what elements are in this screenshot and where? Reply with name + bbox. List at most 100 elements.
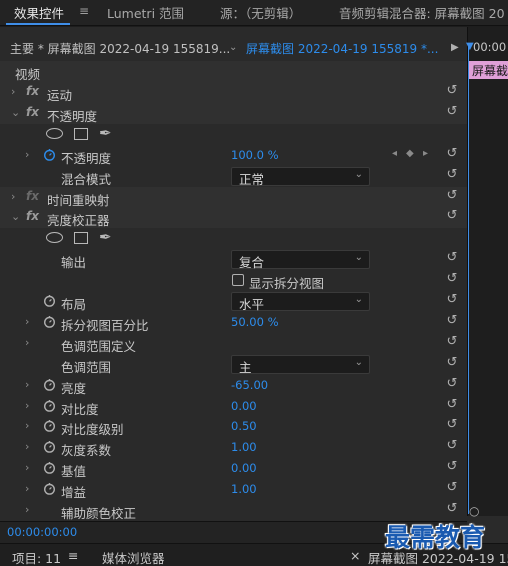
reset-icon[interactable]: ↺ xyxy=(444,104,460,121)
reset-icon[interactable]: ↺ xyxy=(444,355,460,372)
effect-row[interactable]: › 增益 1.00 ↺ xyxy=(0,479,467,501)
stopwatch-icon[interactable] xyxy=(43,461,56,474)
reset-icon[interactable]: ↺ xyxy=(444,459,460,476)
reset-icon[interactable]: ↺ xyxy=(444,313,460,330)
stopwatch-icon[interactable] xyxy=(43,294,56,307)
effect-row[interactable]: › 对比度级别 0.50 ↺ xyxy=(0,416,467,438)
effect-row[interactable]: 混合模式 正常 ⌄ ↺ xyxy=(0,165,467,187)
param-value[interactable]: 1.00 xyxy=(231,482,257,496)
chevron-right-icon[interactable]: › xyxy=(25,503,29,516)
stopwatch-icon[interactable] xyxy=(43,315,56,328)
fx-icon[interactable]: fx xyxy=(26,209,39,223)
rectangle-mask-icon[interactable] xyxy=(74,127,88,140)
param-value[interactable]: 1.00 xyxy=(231,440,257,454)
reset-icon[interactable]: ↺ xyxy=(444,271,460,288)
dropdown-select[interactable]: 主 ⌄ xyxy=(231,354,370,375)
tab-project[interactable]: 项目: 11 xyxy=(12,548,61,566)
param-value[interactable]: 100.0 % xyxy=(231,148,279,162)
fx-icon[interactable]: fx xyxy=(26,105,39,119)
effect-row[interactable]: 显示拆分视图 ↺ xyxy=(0,270,467,292)
chevron-down-icon[interactable]: ⌄ xyxy=(11,106,20,119)
effect-row[interactable]: › 拆分视图百分比 50.00 % ↺ xyxy=(0,311,467,333)
stopwatch-icon[interactable] xyxy=(43,378,56,391)
effect-row[interactable]: › 对比度 0.00 ↺ xyxy=(0,395,467,417)
stopwatch-icon[interactable] xyxy=(43,482,56,495)
rectangle-mask-icon[interactable] xyxy=(74,232,88,245)
stopwatch-icon[interactable] xyxy=(43,399,56,412)
reset-icon[interactable]: ↺ xyxy=(444,438,460,455)
close-icon[interactable]: × xyxy=(350,548,360,563)
stopwatch-icon[interactable] xyxy=(43,419,56,433)
clip-bar[interactable]: 屏幕截图 xyxy=(469,61,508,79)
ellipse-mask-icon[interactable] xyxy=(46,127,63,139)
stopwatch-icon[interactable] xyxy=(43,148,56,161)
chevron-right-icon[interactable]: › xyxy=(25,482,29,495)
reset-icon[interactable]: ↺ xyxy=(444,397,460,414)
stopwatch-icon[interactable] xyxy=(43,440,56,454)
effect-row[interactable]: ✒ xyxy=(0,228,467,250)
dropdown-select[interactable]: 水平 ⌄ xyxy=(231,292,370,312)
split-view-checkbox[interactable] xyxy=(232,274,244,287)
effect-row[interactable]: › 不透明度 100.0 % ◂ ◆ ▸ ↺ xyxy=(0,144,467,166)
chevron-right-icon[interactable]: › xyxy=(11,190,15,203)
reset-icon[interactable]: ↺ xyxy=(444,188,460,205)
tab-effect-controls[interactable]: 效果控件 xyxy=(14,3,64,22)
master-clip-label[interactable]: 主要 * 屏幕截图 2022-04-19 155819... xyxy=(10,40,230,57)
reset-icon[interactable]: ↺ xyxy=(444,292,460,309)
tab-audio-clip-mixer[interactable]: 音频剪辑混合器: 屏幕截图 20 xyxy=(339,3,505,22)
mini-timeline[interactable]: 屏幕截图 ○ xyxy=(467,61,508,518)
add-keyframe-icon[interactable]: ◆ xyxy=(406,148,414,159)
chevron-right-icon[interactable]: › xyxy=(25,461,29,474)
effect-row[interactable]: › 色调范围定义 ↺ xyxy=(0,332,467,354)
tab-menu-icon[interactable]: ≡ xyxy=(79,4,89,18)
fx-icon[interactable]: fx xyxy=(26,84,39,98)
effect-row[interactable]: 布局 水平 ⌄ ↺ xyxy=(0,291,467,312)
timeline-ruler[interactable]: 00:00 ▼ xyxy=(466,27,508,61)
chevron-down-icon[interactable]: ⌄ xyxy=(229,42,237,53)
reset-icon[interactable]: ↺ xyxy=(444,334,460,351)
prev-keyframe-icon[interactable]: ◂ xyxy=(392,148,397,159)
pen-mask-icon[interactable]: ✒ xyxy=(99,124,112,142)
effect-row[interactable]: › 基值 0.00 ↺ xyxy=(0,458,467,480)
effect-row[interactable]: ✒ xyxy=(0,123,467,145)
dropdown-select[interactable]: 复合 ⌄ xyxy=(231,250,370,270)
chevron-down-icon[interactable]: ⌄ xyxy=(11,210,20,223)
pen-mask-icon[interactable]: ✒ xyxy=(99,228,112,246)
chevron-right-icon[interactable]: › xyxy=(25,399,29,412)
effect-row[interactable]: › fx 运动 ↺ xyxy=(0,82,467,103)
chevron-right-icon[interactable]: › xyxy=(25,378,29,391)
reset-icon[interactable]: ↺ xyxy=(444,250,460,267)
tab-menu-icon-bottom[interactable]: ≡ xyxy=(68,548,78,563)
reset-icon[interactable]: ↺ xyxy=(444,480,460,497)
sequence-clip-label[interactable]: 屏幕截图 2022-04-19 155819 *... xyxy=(246,40,438,57)
next-keyframe-icon[interactable]: ▸ xyxy=(423,148,428,159)
effect-row[interactable]: ⌄ fx 不透明度 ↺ xyxy=(0,102,467,124)
fx-icon[interactable]: fx xyxy=(26,189,39,203)
chevron-right-icon[interactable]: › xyxy=(25,440,29,453)
reset-icon[interactable]: ↺ xyxy=(444,501,460,518)
dropdown-select[interactable]: 正常 ⌄ xyxy=(231,166,370,187)
effect-row[interactable]: › fx 时间重映射 ↺ xyxy=(0,186,467,208)
chevron-right-icon[interactable]: › xyxy=(25,148,29,161)
effect-row[interactable]: ⌄ fx 亮度校正器 ↺ xyxy=(0,207,467,229)
play-icon[interactable]: ▶ xyxy=(451,42,459,53)
param-value[interactable]: 0.00 xyxy=(231,461,257,475)
reset-icon[interactable]: ↺ xyxy=(444,167,460,184)
chevron-right-icon[interactable]: › xyxy=(11,85,15,98)
reset-icon[interactable]: ↺ xyxy=(444,146,460,163)
ellipse-mask-icon[interactable] xyxy=(46,232,63,244)
reset-icon[interactable]: ↺ xyxy=(444,208,460,225)
param-value[interactable]: 0.00 xyxy=(231,399,257,413)
timeline-end-marker-icon[interactable]: ○ xyxy=(469,504,479,518)
reset-icon[interactable]: ↺ xyxy=(444,376,460,393)
param-value[interactable]: 50.00 % xyxy=(231,315,279,329)
chevron-right-icon[interactable]: › xyxy=(25,336,29,349)
reset-icon[interactable]: ↺ xyxy=(444,417,460,434)
param-value[interactable]: 0.50 xyxy=(231,419,257,433)
chevron-right-icon[interactable]: › xyxy=(25,419,29,432)
effect-row[interactable]: › 灰度系数 1.00 ↺ xyxy=(0,437,467,459)
param-value[interactable]: -65.00 xyxy=(231,378,268,392)
tab-lumetri-scopes[interactable]: Lumetri 范围 xyxy=(107,3,184,22)
tab-source[interactable]: 源：（无剪辑） xyxy=(220,3,301,22)
current-timecode[interactable]: 00:00:00:00 xyxy=(7,525,77,539)
